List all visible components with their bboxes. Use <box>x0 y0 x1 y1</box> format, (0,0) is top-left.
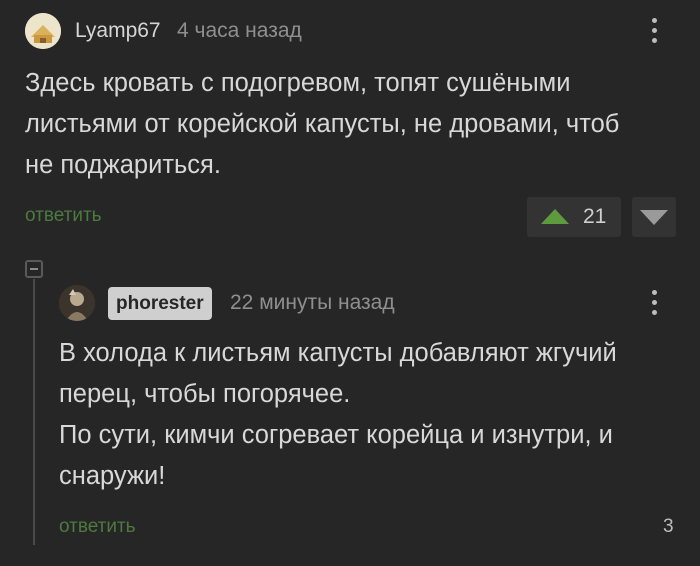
avatar-image <box>59 285 95 321</box>
reply-button[interactable]: ответить <box>59 516 136 538</box>
comment-line: В холода к листьям капусты добавляют жгу… <box>59 339 617 367</box>
thread-line[interactable] <box>33 279 35 545</box>
avatar[interactable] <box>25 13 61 49</box>
avatar[interactable] <box>59 285 95 321</box>
username[interactable]: Lyamp67 <box>75 19 161 43</box>
upvote-button[interactable]: 21 <box>527 197 621 237</box>
comment-line: Здесь кровать с подогревом, топят сушёны… <box>25 69 571 97</box>
triangle-up-icon <box>541 209 569 224</box>
comment-line: листьями от корейской капусты, не дровам… <box>25 110 620 138</box>
avatar-image <box>25 13 61 49</box>
timestamp: 22 минуты назад <box>230 291 395 314</box>
username[interactable]: phorester <box>108 287 212 320</box>
comment-line: не поджариться. <box>25 151 221 179</box>
reply-button[interactable]: ответить <box>25 205 102 227</box>
vote-count: 21 <box>583 205 607 228</box>
comment-text: В холода к листьям капусты добавляют жгу… <box>59 333 689 497</box>
comment-line: снаружи! <box>59 462 166 490</box>
comment-line: По сути, кимчи согревает корейца и изнут… <box>59 421 613 449</box>
replies-count[interactable]: 3 <box>663 516 674 538</box>
triangle-down-icon <box>640 210 668 225</box>
minus-box-icon[interactable] <box>25 260 43 278</box>
comment-line: перец, чтобы погорячее. <box>59 380 351 408</box>
comment-text: Здесь кровать с подогревом, топят сушёны… <box>25 63 685 186</box>
timestamp: 4 часа назад <box>177 19 302 42</box>
kebab-vertical-icon[interactable] <box>651 18 657 43</box>
kebab-vertical-icon[interactable] <box>651 290 657 315</box>
downvote-button[interactable] <box>632 197 676 237</box>
